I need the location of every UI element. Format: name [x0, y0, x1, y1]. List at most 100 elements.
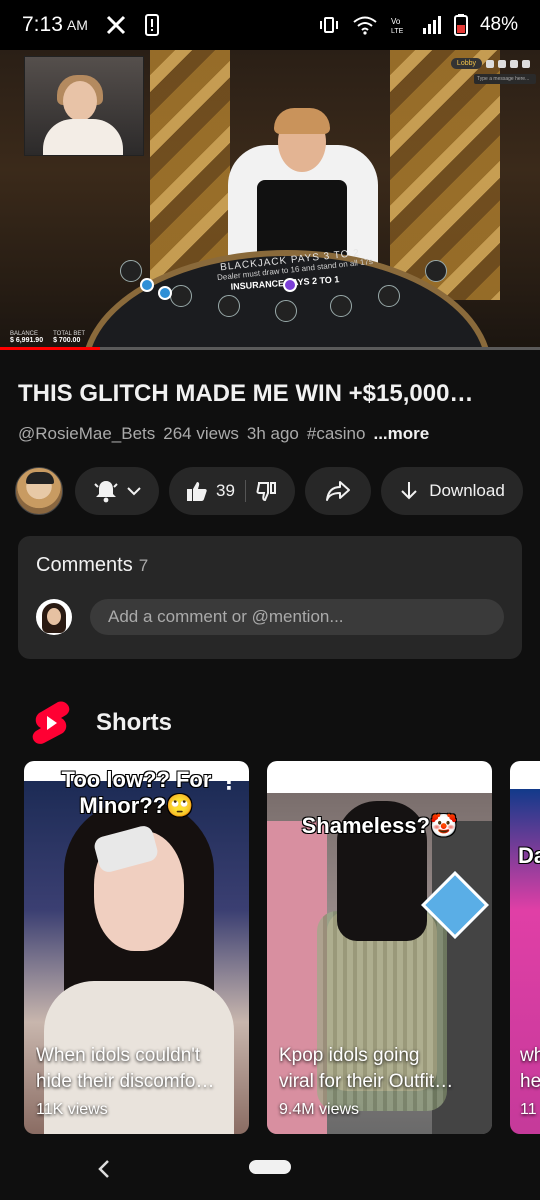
short-card[interactable]: Too low?? For Minor??🙄 ⋮ When idols coul…: [24, 761, 249, 1134]
short-views: 9.4M views: [279, 1101, 360, 1118]
short-overlay-text: Shameless?🤡: [301, 813, 458, 838]
video-seat: [170, 285, 192, 307]
subscription-bell-button[interactable]: [75, 467, 159, 515]
hashtag-link[interactable]: #casino: [307, 424, 366, 444]
thumbs-down-icon: [256, 482, 276, 502]
short-overlay-line: Minor??🙄: [79, 793, 194, 818]
short-overlay-text: Too low?? For Minor??🙄: [24, 767, 249, 819]
volte-icon: Vo LTE: [391, 17, 404, 35]
video-title[interactable]: THIS GLITCH MADE ME WIN +$15,000…: [18, 380, 523, 408]
battery-percent: 48%: [479, 14, 518, 35]
video-overlay-controls: Lobby: [450, 58, 530, 69]
share-button[interactable]: [305, 467, 371, 515]
view-count: 264 views: [163, 424, 239, 443]
phone-alert-icon: [144, 14, 159, 36]
video-message-box: Type a message here...: [474, 74, 536, 84]
comments-header: Comments 7: [36, 554, 148, 577]
comments-count: 7: [138, 556, 149, 575]
video-progress-bar[interactable]: [0, 347, 540, 350]
short-menu-icon[interactable]: ⋮: [462, 773, 482, 793]
status-ampm: AM: [66, 17, 88, 33]
short-card[interactable]: Shameless?🤡 ⋮ Kpop idols going viral for…: [267, 761, 492, 1134]
video-seat: [425, 260, 447, 282]
vibrate-icon: [319, 17, 338, 33]
short-overlay-text: Da: [518, 843, 540, 868]
upload-age: 3h ago: [246, 424, 299, 443]
history-icon: [498, 59, 506, 68]
like-count: 39: [216, 481, 235, 500]
short-card[interactable]: Da wh he 11: [510, 761, 540, 1134]
like-dislike-group: 39: [169, 467, 295, 515]
like-button[interactable]: 39: [172, 480, 245, 502]
short-menu-icon[interactable]: ⋮: [219, 773, 239, 793]
shorts-header: Shorts: [30, 700, 172, 746]
short-caption: Kpop idols going viral for their Outfit…: [279, 1043, 479, 1095]
video-total-bet: TOTAL BET $ 700.00: [53, 331, 85, 344]
shorts-title: Shorts: [96, 709, 173, 736]
avatar-cap: [26, 472, 54, 484]
video-chip: [283, 278, 297, 292]
settings-icon: [522, 59, 530, 68]
status-notification-icons: [106, 14, 160, 36]
video-chip: [140, 278, 154, 292]
webcam-streamer-body: [43, 119, 123, 155]
status-time: 7:13: [22, 13, 63, 36]
video-balance-value: $ 6,991.90: [10, 337, 44, 344]
svg-text:Vo: Vo: [391, 17, 401, 26]
video-balance: BALANCE $ 6,991.90: [10, 331, 43, 344]
user-avatar: [36, 599, 72, 635]
status-system-icons: Vo LTE 48%: [318, 14, 518, 36]
video-seat: [378, 285, 400, 307]
chevron-down-icon: [127, 487, 141, 496]
download-label: Download: [429, 481, 505, 500]
video-balance-row: BALANCE $ 6,991.90 TOTAL BET $ 700.00: [10, 331, 85, 344]
short-views: 11: [520, 1101, 537, 1118]
more-link[interactable]: ...more: [373, 424, 429, 444]
video-meta[interactable]: @RosieMae_Bets 264 views 3h ago #casino …: [18, 424, 429, 444]
signal-icon: [422, 16, 441, 34]
video-seat: [218, 295, 240, 317]
video-seat: [275, 300, 297, 322]
video-total-bet-value: $ 700.00: [53, 337, 81, 344]
svg-text:LTE: LTE: [391, 28, 404, 35]
x-logo-icon: [106, 15, 125, 35]
video-seat: [120, 260, 142, 282]
comments-card[interactable]: Comments 7 Add a comment or @mention...: [18, 536, 522, 659]
comment-input[interactable]: Add a comment or @mention...: [90, 599, 504, 635]
video-decor-wall-right: [390, 50, 500, 300]
short-caption: When idols couldn't hide their discomfo…: [36, 1043, 236, 1095]
short-caption-line: he: [520, 1071, 540, 1092]
comments-label: Comments: [36, 554, 133, 576]
back-icon[interactable]: [96, 1158, 112, 1180]
system-nav-bar: [0, 1140, 540, 1200]
channel-avatar[interactable]: [15, 467, 63, 515]
video-lobby-label: Lobby: [450, 58, 482, 69]
shorts-row: Too low?? For Minor??🙄 ⋮ When idols coul…: [24, 761, 540, 1134]
share-icon: [326, 481, 350, 501]
thumbs-up-icon: [187, 482, 207, 501]
short-caption-line: When idols couldn't: [36, 1045, 201, 1066]
video-dealer-hair: [274, 108, 330, 134]
short-views: 11K views: [36, 1101, 108, 1118]
video-actions-row: 39 Download: [15, 466, 523, 516]
short-caption-line: wh: [520, 1045, 540, 1066]
shorts-logo-icon: [32, 701, 70, 744]
video-progress-fill: [0, 347, 100, 350]
help-icon: [510, 59, 518, 68]
video-player[interactable]: BLACKJACK PAYS 3 TO 2 Dealer must draw t…: [0, 50, 540, 350]
short-caption-line: hide their discomfo…: [36, 1071, 215, 1092]
streamer-webcam: [24, 56, 144, 156]
channel-handle[interactable]: @RosieMae_Bets: [18, 424, 155, 444]
short-caption-line: viral for their Outfit…: [279, 1071, 454, 1092]
download-button[interactable]: Download: [381, 467, 523, 515]
wifi-icon: [353, 16, 377, 35]
chat-icon: [486, 59, 494, 68]
status-bar: 7:13 AM Vo LTE 48%: [0, 0, 540, 50]
battery-icon: [453, 14, 468, 36]
short-caption: wh he: [520, 1043, 540, 1095]
user-avatar-face: [47, 608, 61, 625]
home-gesture-pill[interactable]: [249, 1160, 291, 1174]
video-seat: [330, 295, 352, 317]
webcam-streamer-face: [63, 81, 97, 121]
dislike-button[interactable]: [246, 480, 292, 502]
